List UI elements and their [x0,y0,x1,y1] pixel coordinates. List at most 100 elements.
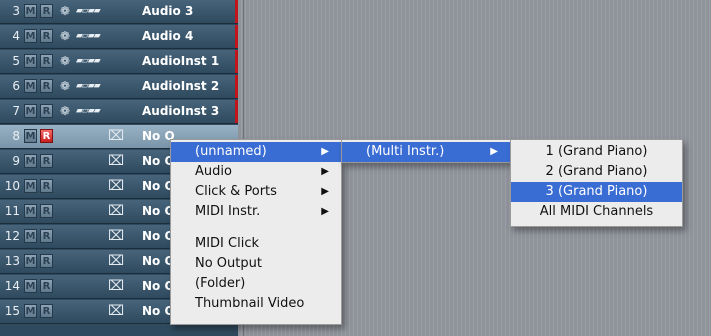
submenu-arrow-icon: ▶ [321,186,329,197]
record-button[interactable]: R [40,79,53,93]
menu-item-label: MIDI Click [195,236,260,251]
track-number: 10 [4,179,20,193]
record-button[interactable]: R [40,4,53,18]
menu-item-label: (Folder) [195,276,246,291]
record-button[interactable]: R [40,29,53,43]
track-number: 4 [12,29,20,43]
menu-item[interactable]: 1 (Grand Piano) [511,142,682,162]
mute-button[interactable]: M [24,179,37,193]
waveform-icon: ▰▱▰▰ [76,31,101,41]
menu-item[interactable]: Click & Ports ▶ [171,182,341,202]
midi-off-icon: ⌧ [108,278,125,294]
mute-button[interactable]: M [24,104,37,118]
mute-button[interactable]: M [24,154,37,168]
midi-off-icon: ⌧ [108,303,125,319]
record-button[interactable]: R [40,104,53,118]
track-number: 7 [12,104,20,118]
menu-item[interactable]: No Output [171,254,341,274]
menu-item-label: (Multi Instr.) [366,144,445,159]
menu-item-label: 2 (Grand Piano) [545,164,648,179]
record-button[interactable]: R [40,54,53,68]
mute-button[interactable]: M [24,229,37,243]
menu-item-label: No Output [195,256,262,271]
track-number: 9 [12,154,20,168]
midi-off-icon: ⌧ [108,228,125,244]
mute-button[interactable]: M [24,204,37,218]
record-button[interactable]: R [40,204,53,218]
mute-button[interactable]: M [24,79,37,93]
mute-button[interactable]: M [24,279,37,293]
menu-item[interactable]: All MIDI Channels [511,202,682,222]
mute-button[interactable]: M [24,304,37,318]
track-number: 5 [12,54,20,68]
freeze-icon[interactable]: ❁ [58,29,72,43]
menu-item-label: Click & Ports [195,184,277,199]
waveform-icon: ▰▱▰▰ [76,81,101,91]
track-number: 11 [4,204,20,218]
menu-item[interactable]: (Multi Instr.) ▶ [342,142,510,162]
menu-item-label: 1 (Grand Piano) [545,144,648,159]
record-button[interactable]: R [40,254,53,268]
track-number: 14 [4,279,20,293]
track-name[interactable]: Audio 3 [142,4,193,18]
menu-item-label: All MIDI Channels [539,204,654,219]
freeze-icon[interactable]: ❁ [58,79,72,93]
mute-button[interactable]: M [24,29,37,43]
mute-button[interactable]: M [24,129,37,143]
submenu-arrow-icon: ▶ [321,206,329,217]
freeze-icon[interactable]: ❁ [58,104,72,118]
midi-off-icon: ⌧ [108,153,125,169]
track-name[interactable]: AudioInst 2 [142,79,219,93]
mute-button[interactable]: M [24,54,37,68]
menu-item[interactable]: 2 (Grand Piano) [511,162,682,182]
mute-button[interactable]: M [24,254,37,268]
track-row[interactable]: 4 M R ❁ ▰▱▰▰ Audio 4 [0,25,238,49]
menu-item[interactable]: (unnamed) ▶ [171,142,341,162]
midi-off-icon: ⌧ [108,253,125,269]
menu-separator [171,222,341,232]
freeze-icon[interactable]: ❁ [58,4,72,18]
menu-item[interactable]: (Folder) [171,274,341,294]
menu-item-label: Thumbnail Video [195,296,305,311]
menu-item[interactable]: Audio ▶ [171,162,341,182]
submenu-arrow-icon: ▶ [490,146,498,157]
track-row[interactable]: 7 M R ❁ ▰▱▰▰ AudioInst 3 [0,100,238,124]
track-number: 15 [4,304,20,318]
track-row[interactable]: 5 M R ❁ ▰▱▰▰ AudioInst 1 [0,50,238,74]
record-button[interactable]: R [40,279,53,293]
submenu-arrow-icon: ▶ [321,146,329,157]
track-row[interactable]: 6 M R ❁ ▰▱▰▰ AudioInst 2 [0,75,238,99]
track-number: 13 [4,254,20,268]
midi-off-icon: ⌧ [108,178,125,194]
menu-item[interactable]: MIDI Click [171,234,341,254]
menu-item-label: Audio [195,164,232,179]
menu-item[interactable]: Thumbnail Video [171,294,341,314]
record-button[interactable]: R [40,179,53,193]
record-button[interactable]: R [40,229,53,243]
track-number: 8 [12,129,20,143]
record-button[interactable]: R [40,129,53,143]
multi-instr-submenu: 1 (Grand Piano) 2 (Grand Piano) 3 (Grand P… [510,139,683,227]
menu-item[interactable]: MIDI Instr. ▶ [171,202,341,222]
track-name[interactable]: AudioInst 1 [142,54,219,68]
waveform-icon: ▰▱▰▰ [76,6,101,16]
menu-item-label: (unnamed) [195,144,267,159]
menu-item-label: MIDI Instr. [195,204,261,219]
menu-item[interactable]: 3 (Grand Piano) [511,182,682,202]
waveform-icon: ▰▱▰▰ [76,56,101,66]
record-button[interactable]: R [40,304,53,318]
menu-item-label: 3 (Grand Piano) [545,184,648,199]
track-name[interactable]: AudioInst 3 [142,104,219,118]
freeze-icon[interactable]: ❁ [58,54,72,68]
midi-off-icon: ⌧ [108,203,125,219]
unnamed-submenu: (Multi Instr.) ▶ [341,139,511,163]
track-number: 3 [12,4,20,18]
output-menu: (unnamed) ▶ Audio ▶ Click & Ports ▶ MIDI Instr… [170,139,342,325]
track-row[interactable]: 3 M R ❁ ▰▱▰▰ Audio 3 [0,0,238,24]
record-button[interactable]: R [40,154,53,168]
mute-button[interactable]: M [24,4,37,18]
submenu-arrow-icon: ▶ [321,166,329,177]
waveform-icon: ▰▱▰▰ [76,106,101,116]
track-number: 12 [4,229,20,243]
track-name[interactable]: Audio 4 [142,29,193,43]
